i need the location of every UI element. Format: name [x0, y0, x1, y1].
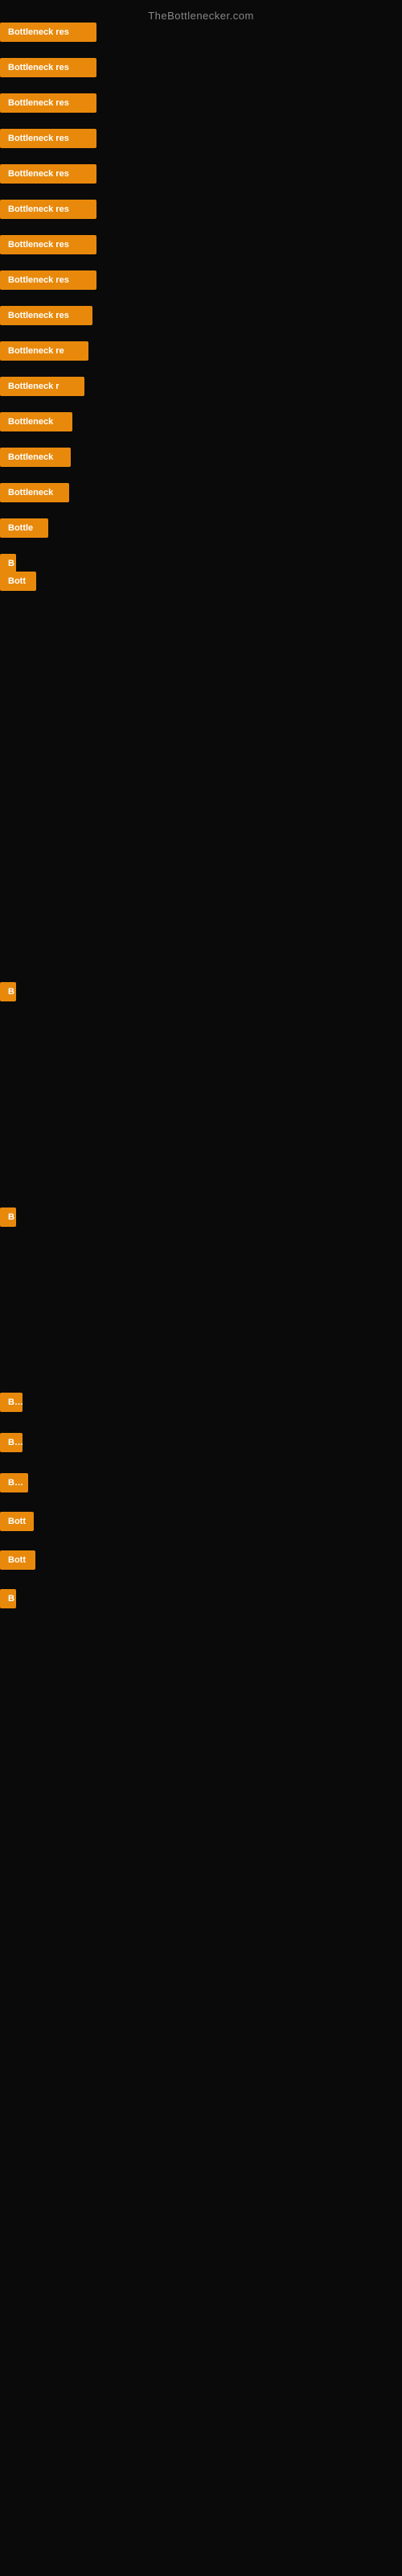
bottleneck-button-7[interactable]: Bottleneck res	[0, 235, 96, 254]
bottleneck-button-20[interactable]: Bo	[0, 1393, 23, 1412]
bottleneck-button-2[interactable]: Bottleneck res	[0, 58, 96, 77]
bottleneck-button-6[interactable]: Bottleneck res	[0, 200, 96, 219]
bottleneck-button-12[interactable]: Bottleneck	[0, 412, 72, 431]
bottleneck-button-18[interactable]: B	[0, 982, 16, 1001]
bottleneck-button-15[interactable]: Bottle	[0, 518, 48, 538]
bottleneck-button-14[interactable]: Bottleneck	[0, 483, 69, 502]
bottleneck-button-5[interactable]: Bottleneck res	[0, 164, 96, 184]
bottleneck-button-9[interactable]: Bottleneck res	[0, 306, 92, 325]
bottleneck-button-13[interactable]: Bottleneck	[0, 448, 71, 467]
bottleneck-button-17[interactable]: Bott	[0, 572, 36, 591]
bottleneck-button-3[interactable]: Bottleneck res	[0, 93, 96, 113]
bottleneck-button-19[interactable]: B	[0, 1208, 16, 1227]
bottleneck-button-1[interactable]: Bottleneck res	[0, 23, 96, 42]
bottleneck-button-22[interactable]: Bot	[0, 1473, 28, 1492]
bottleneck-button-24[interactable]: Bott	[0, 1550, 35, 1570]
bottleneck-button-11[interactable]: Bottleneck r	[0, 377, 84, 396]
bottleneck-button-23[interactable]: Bott	[0, 1512, 34, 1531]
bottleneck-button-10[interactable]: Bottleneck re	[0, 341, 88, 361]
bottleneck-button-4[interactable]: Bottleneck res	[0, 129, 96, 148]
bottleneck-button-16[interactable]: B	[0, 554, 16, 573]
bottleneck-button-25[interactable]: B	[0, 1589, 16, 1608]
page-container: TheBottlenecker.com Bottleneck resBottle…	[0, 0, 402, 2576]
bottleneck-button-21[interactable]: Bo	[0, 1433, 23, 1452]
bottleneck-button-8[interactable]: Bottleneck res	[0, 270, 96, 290]
